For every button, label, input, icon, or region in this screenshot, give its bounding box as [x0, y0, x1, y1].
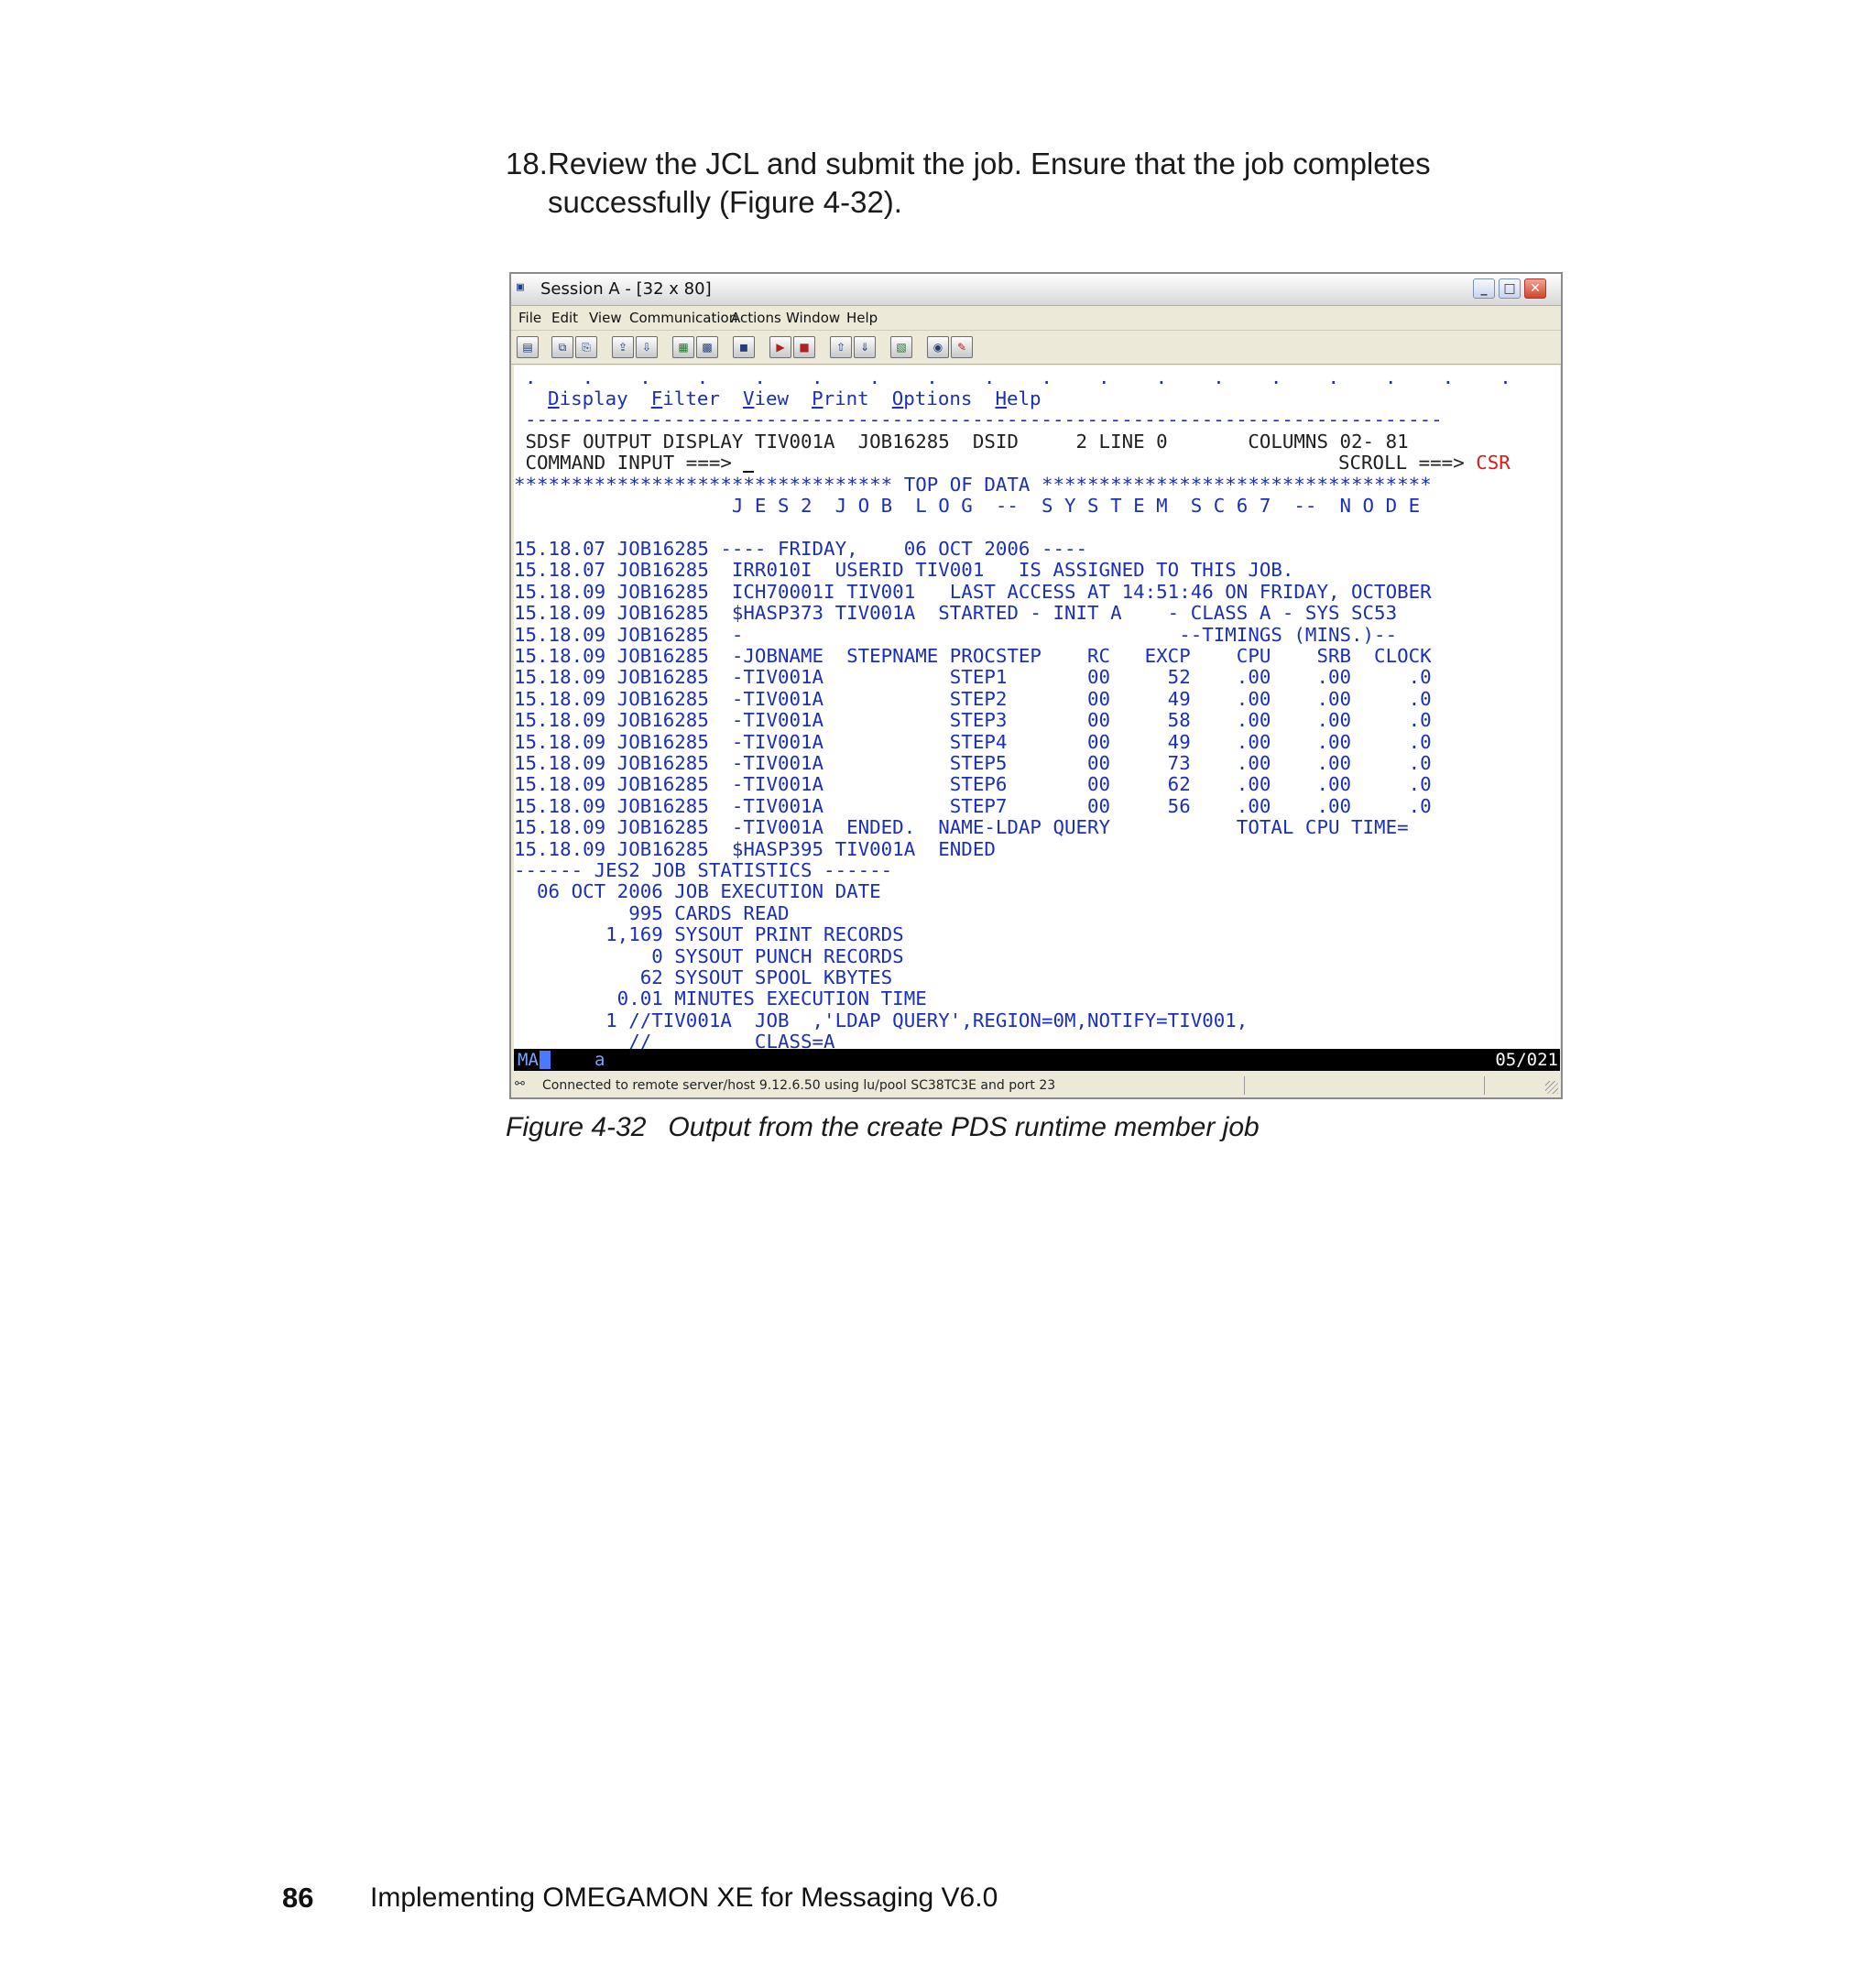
separator-line: ----------------------------------------…: [525, 409, 1443, 431]
menu-communication[interactable]: Communication: [629, 310, 737, 326]
clipboard-icon[interactable]: ▧: [890, 336, 912, 358]
record-icon[interactable]: ◼: [733, 336, 755, 358]
log-line: 15.18.09 JOB16285 ICH70001I TIV001 LAST …: [514, 581, 1432, 603]
jes2-banner-line: J E S 2 J O B L O G -- S Y S T E M S C 6…: [514, 495, 1421, 517]
log-line: 15.18.09 JOB16285 -TIV001A STEP3 00 58 .…: [514, 709, 1432, 731]
step-text-line1: Review the JCL and submit the job. Ensur…: [548, 147, 1431, 180]
terminal-screen[interactable]: . . . . . . . . . . . . . . . . . . . . …: [514, 366, 1560, 1049]
toolbar: ▤ ⧉ ⎘ ⇪ ⇩ ▦ ▩ ◼ ▶ ■ ⇧ ⇓ ▧ ◉ ✎: [511, 331, 1561, 365]
step-number: 18.: [506, 147, 548, 180]
macro-play-icon[interactable]: ▶: [769, 336, 791, 358]
log-line: 995 CARDS READ: [514, 902, 790, 924]
edit-icon[interactable]: ✎: [951, 336, 973, 358]
menu-bar: File Edit View Communication Actions Win…: [511, 306, 1561, 331]
oia-cursor-block: [540, 1051, 551, 1069]
sdsf-menu-print[interactable]: Print: [812, 387, 869, 409]
figure-caption-text: Output from the create PDS runtime membe…: [668, 1112, 1260, 1142]
paste-icon[interactable]: ⎘: [575, 336, 597, 358]
sdsf-menu-options[interactable]: Options: [892, 387, 973, 409]
log-line: 62 SYSOUT SPOOL KBYTES: [514, 966, 893, 988]
log-line: 15.18.09 JOB16285 -TIV001A STEP6 00 62 .…: [514, 773, 1432, 795]
menu-window[interactable]: Window: [786, 310, 840, 326]
log-line: 15.18.09 JOB16285 -JOBNAME STEPNAME PROC…: [514, 645, 1432, 667]
menu-file[interactable]: File: [518, 310, 541, 326]
sdsf-header-line: SDSF OUTPUT DISPLAY TIV001A JOB16285 DSI…: [514, 431, 1409, 453]
terminal-session-window: ▣ Session A - [32 x 80] _ □ ✕ File Edit …: [509, 272, 1563, 1099]
scroll-value[interactable]: CSR: [1476, 452, 1511, 474]
instruction-step: 18.Review the JCL and submit the job. En…: [506, 145, 1605, 222]
command-input-field[interactable]: [743, 453, 755, 473]
status-message: Connected to remote server/host 9.12.6.5…: [542, 1078, 1056, 1093]
log-line: 15.18.09 JOB16285 -TIV001A STEP2 00 49 .…: [514, 688, 1432, 710]
step-text-line2: successfully (Figure 4-32).: [548, 185, 902, 219]
log-line: 15.18.09 JOB16285 -TIV001A STEP7 00 56 .…: [514, 795, 1432, 817]
maximize-button[interactable]: □: [1499, 278, 1521, 299]
title-bar[interactable]: ▣ Session A - [32 x 80] _ □ ✕: [511, 274, 1561, 306]
page-number: 86: [282, 1882, 314, 1914]
field-dots-row: . . . . . . . . . . . . . . . . . . . . …: [525, 366, 1560, 388]
scroll-line: SCROLL ===> CSR: [1338, 452, 1511, 474]
status-divider: [1484, 1076, 1485, 1095]
sdsf-menu-display[interactable]: Display: [548, 387, 628, 409]
menu-view[interactable]: View: [589, 310, 622, 326]
log-line: 15.18.09 JOB16285 $HASP395 TIV001A ENDED: [514, 838, 996, 860]
operator-info-area: MA a 05/021: [514, 1049, 1560, 1071]
sdsf-menu-help[interactable]: Help: [995, 387, 1041, 409]
close-button[interactable]: ✕: [1524, 278, 1546, 299]
web-icon[interactable]: ◉: [927, 336, 949, 358]
log-line: 15.18.09 JOB16285 -TIV001A STEP1 00 52 .…: [514, 666, 1432, 688]
sdsf-menu-view[interactable]: View: [743, 387, 789, 409]
log-line: 15.18.09 JOB16285 -TIV001A ENDED. NAME-L…: [514, 816, 1409, 838]
log-line: 0 SYSOUT PUNCH RECORDS: [514, 945, 904, 967]
log-line: 15.18.09 JOB16285 -TIV001A STEP4 00 49 .…: [514, 731, 1432, 753]
macro-stop-icon[interactable]: ■: [793, 336, 815, 358]
oia-mode: MA: [518, 1050, 539, 1070]
command-input-line: COMMAND INPUT ===>: [514, 452, 755, 474]
minimize-button[interactable]: _: [1473, 278, 1495, 299]
top-of-data-line: ********************************* TOP OF…: [514, 474, 1432, 496]
log-line: 06 OCT 2006 JOB EXECUTION DATE: [514, 880, 881, 902]
status-divider: [1244, 1076, 1245, 1095]
receive-icon[interactable]: ⇩: [636, 336, 658, 358]
menu-actions[interactable]: Actions: [731, 310, 781, 326]
log-line: 15.18.07 JOB16285 ---- FRIDAY, 06 OCT 20…: [514, 538, 1088, 560]
sdsf-action-bar: Display Filter View Print Options Help: [525, 387, 1042, 409]
log-line: 0.01 MINUTES EXECUTION TIME: [514, 988, 927, 1009]
menu-help[interactable]: Help: [846, 310, 878, 326]
status-bar: ⚯ Connected to remote server/host 9.12.6…: [511, 1074, 1561, 1097]
log-line: ------ JES2 JOB STATISTICS ------: [514, 859, 893, 881]
resize-grip[interactable]: [1545, 1081, 1558, 1094]
log-line: 1,169 SYSOUT PRINT RECORDS: [514, 923, 904, 945]
connection-icon: ⚯: [515, 1077, 525, 1091]
book-title: Implementing OMEGAMON XE for Messaging V…: [370, 1882, 998, 1913]
session-app-icon: ▣: [517, 280, 524, 294]
transfer-send-icon[interactable]: ⇧: [830, 336, 852, 358]
log-line: // CLASS=A: [514, 1031, 835, 1049]
command-input-label: COMMAND INPUT ===>: [514, 452, 744, 474]
sdsf-menu-filter[interactable]: Filter: [651, 387, 720, 409]
copy-icon[interactable]: ⧉: [551, 336, 573, 358]
log-line: 15.18.09 JOB16285 - --TIMINGS (MINS.)--: [514, 624, 1398, 646]
send-icon[interactable]: ⇪: [612, 336, 634, 358]
scroll-label: SCROLL ===>: [1338, 452, 1477, 474]
log-line: 15.18.09 JOB16285 $HASP373 TIV001A START…: [514, 602, 1398, 624]
display-icon[interactable]: ▦: [672, 336, 694, 358]
print-screen-icon[interactable]: ▤: [517, 336, 539, 358]
figure-caption: Figure 4-32 Output from the create PDS ru…: [506, 1112, 1260, 1143]
oia-indicator: a: [594, 1050, 605, 1070]
log-line: 1 //TIV001A JOB ,'LDAP QUERY',REGION=0M,…: [514, 1009, 1249, 1031]
window-title: Session A - [32 x 80]: [540, 279, 712, 299]
transfer-receive-icon[interactable]: ⇓: [854, 336, 876, 358]
figure-number: Figure 4-32: [506, 1112, 647, 1142]
oia-cursor-position: 05/021: [1495, 1050, 1558, 1070]
keyboard-icon[interactable]: ▩: [696, 336, 718, 358]
log-line: 15.18.09 JOB16285 -TIV001A STEP5 00 73 .…: [514, 752, 1432, 774]
menu-edit[interactable]: Edit: [551, 310, 578, 326]
log-line: 15.18.07 JOB16285 IRR010I USERID TIV001 …: [514, 559, 1294, 581]
